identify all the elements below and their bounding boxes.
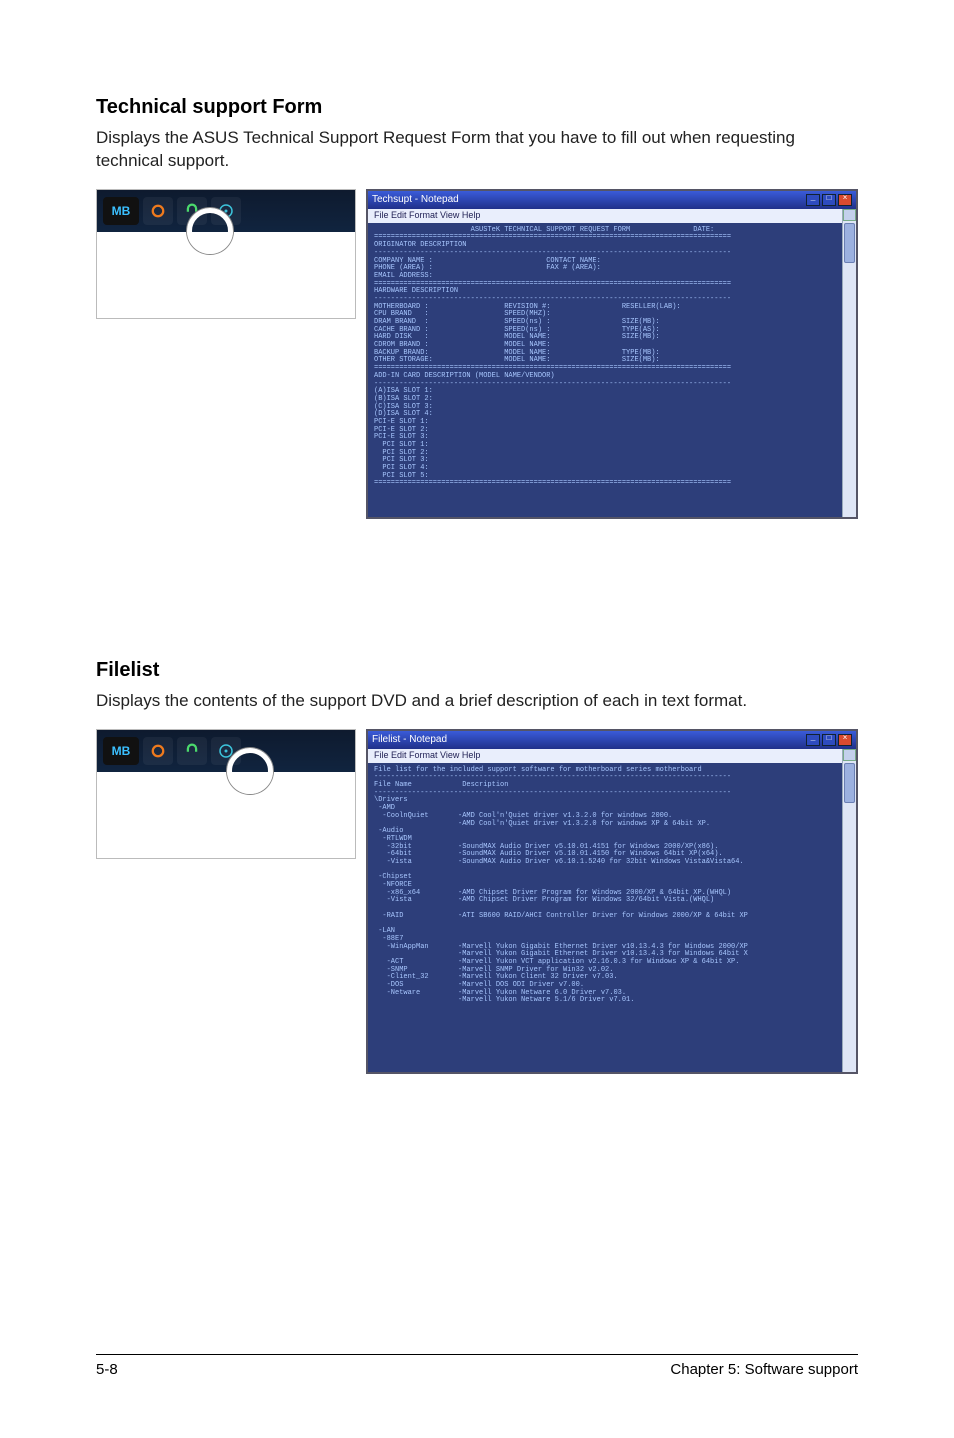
scroll-up-icon[interactable] — [843, 749, 856, 761]
support-icon[interactable] — [177, 737, 207, 765]
close-button[interactable]: × — [838, 194, 852, 206]
scrollbar[interactable] — [842, 209, 856, 517]
menubar[interactable]: File Edit Format View Help — [368, 749, 856, 763]
window-title: Techsupt - Notepad — [372, 194, 459, 205]
window-title: Filelist - Notepad — [372, 734, 447, 745]
scroll-thumb[interactable] — [844, 223, 855, 263]
filelist-title: Filelist — [96, 659, 858, 682]
disc-icon[interactable] — [211, 197, 241, 225]
nav-logo[interactable]: MB — [103, 737, 139, 765]
tech-thumb: MB — [96, 189, 356, 319]
filelist-thumb: MB — [96, 729, 356, 859]
gear-icon[interactable] — [143, 737, 173, 765]
tech-title: Technical support Form — [96, 96, 858, 119]
techsupt-content: ASUSTeK TECHNICAL SUPPORT REQUEST FORM D… — [368, 223, 856, 492]
scrollbar[interactable] — [842, 749, 856, 1072]
menubar[interactable]: File Edit Format View Help — [368, 209, 856, 223]
techsupt-window: Techsupt - Notepad _ □ × File Edit Forma… — [366, 189, 858, 519]
filelist-content: File list for the included support softw… — [368, 763, 856, 1009]
navbar: MB — [97, 730, 355, 772]
chapter-label: Chapter 5: Software support — [670, 1361, 858, 1378]
navbar: MB — [97, 190, 355, 232]
scroll-up-icon[interactable] — [843, 209, 856, 221]
filelist-desc: Displays the contents of the support DVD… — [96, 690, 858, 713]
scroll-thumb[interactable] — [844, 763, 855, 803]
titlebar: Filelist - Notepad _ □ × — [368, 731, 856, 749]
maximize-button[interactable]: □ — [822, 734, 836, 746]
filelist-window: Filelist - Notepad _ □ × File Edit Forma… — [366, 729, 858, 1074]
minimize-button[interactable]: _ — [806, 734, 820, 746]
page-number: 5-8 — [96, 1361, 118, 1378]
gear-icon[interactable] — [143, 197, 173, 225]
titlebar: Techsupt - Notepad _ □ × — [368, 191, 856, 209]
minimize-button[interactable]: _ — [806, 194, 820, 206]
disc-icon[interactable] — [211, 737, 241, 765]
maximize-button[interactable]: □ — [822, 194, 836, 206]
support-icon[interactable] — [177, 197, 207, 225]
tech-desc: Displays the ASUS Technical Support Requ… — [96, 127, 858, 173]
page-footer: 5-8 Chapter 5: Software support — [96, 1354, 858, 1378]
nav-logo[interactable]: MB — [103, 197, 139, 225]
close-button[interactable]: × — [838, 734, 852, 746]
